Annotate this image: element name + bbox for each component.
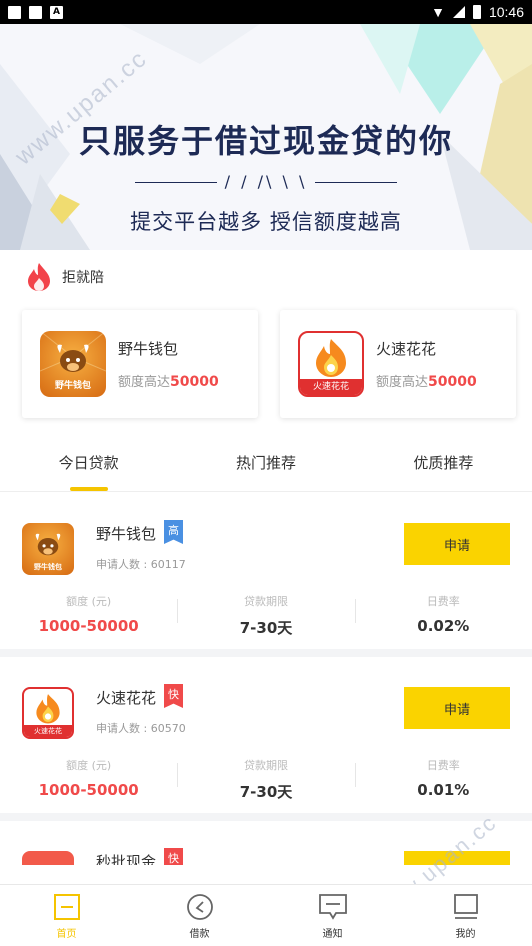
notification-icon xyxy=(29,5,42,19)
promo-limit: 额度高达50000 xyxy=(118,374,219,390)
loan-tag: 高 xyxy=(164,520,183,544)
tab-today-loans[interactable]: 今日贷款 xyxy=(0,440,177,491)
loan-stats: 额度 (元) 1000-50000 贷款期限 7-30天 日费率 0.01% xyxy=(0,757,532,802)
nav-home[interactable]: 首页 xyxy=(0,885,133,946)
nav-profile[interactable]: 我的 xyxy=(399,885,532,946)
rate-value: 0.01% xyxy=(417,781,470,799)
rate-value: 0.02% xyxy=(417,617,470,635)
rate-label: 日费率 xyxy=(426,595,460,608)
promo-name: 野牛钱包 xyxy=(118,340,179,358)
loan-icon xyxy=(186,894,213,920)
amount-value: 1000-50000 xyxy=(38,781,139,799)
battery-icon xyxy=(472,5,481,19)
loan-tag: 快 xyxy=(164,684,183,708)
status-bar: A ▼ 10:46 xyxy=(0,0,532,24)
rate-label: 日费率 xyxy=(426,759,460,772)
bull-wallet-logo: 野牛钱包 xyxy=(40,331,106,397)
fire-flower-logo: 火速花花 xyxy=(22,687,74,739)
notification-icon xyxy=(8,5,21,19)
instant-cash-logo xyxy=(22,851,74,865)
reject-label: 拒就陪 xyxy=(62,270,104,286)
bottom-nav: 首页 借款 通知 我的 xyxy=(0,884,532,946)
tab-hot[interactable]: 热门推荐 xyxy=(177,440,354,491)
apply-button[interactable]: 申请 xyxy=(404,687,510,729)
amount-label: 额度 (元) xyxy=(66,759,112,772)
loan-stats: 额度 (元) 1000-50000 贷款期限 7-30天 日费率 0.02% xyxy=(0,593,532,638)
nav-label: 通知 xyxy=(322,929,343,940)
app-notification-icon: A xyxy=(50,5,63,19)
clock: 10:46 xyxy=(488,4,524,20)
promo-banner[interactable]: www.upan.cc 只服务于借过现金贷的你 / / /\ \ \ 提交平台越… xyxy=(0,24,532,250)
wifi-icon: ▼ xyxy=(431,4,445,20)
nav-loan[interactable]: 借款 xyxy=(133,885,266,946)
fire-flower-logo: 火速花花 xyxy=(298,331,364,397)
nav-notice[interactable]: 通知 xyxy=(266,885,399,946)
category-tabs: 今日贷款 热门推荐 优质推荐 xyxy=(0,440,532,492)
profile-icon xyxy=(453,894,478,919)
loan-name: 秒批现金 xyxy=(96,853,157,865)
apply-button[interactable]: 申请 xyxy=(404,523,510,565)
loan-list: 野牛钱包 野牛钱包 高 申请人数 : 60117 申请 额度 (元) 1000-5… xyxy=(0,493,532,865)
promo-limit: 额度高达50000 xyxy=(376,374,477,390)
amount-label: 额度 (元) xyxy=(66,595,112,608)
loan-tag: 快 xyxy=(164,848,183,865)
applicant-count: 申请人数 : 60570 xyxy=(96,722,186,735)
reject-header: 拒就陪 xyxy=(26,262,104,292)
list-item[interactable]: 野牛钱包 野牛钱包 高 申请人数 : 60117 申请 额度 (元) 1000-5… xyxy=(0,493,532,657)
promo-cards: 野牛钱包 野牛钱包 额度高达50000 火速花花 火速花花 额度高达50000 xyxy=(22,310,516,418)
banner-divider: / / /\ \ \ xyxy=(0,172,532,191)
applicant-count: 申请人数 : 60117 xyxy=(96,558,186,571)
fire-icon xyxy=(28,263,50,291)
banner-subtitle: 提交平台越多 授信额度越高 xyxy=(130,210,402,234)
loan-name: 野牛钱包 xyxy=(96,525,157,543)
promo-card[interactable]: 野牛钱包 野牛钱包 额度高达50000 xyxy=(22,310,258,418)
term-label: 贷款期限 xyxy=(243,595,288,608)
message-icon xyxy=(318,894,347,920)
tab-quality[interactable]: 优质推荐 xyxy=(355,440,532,491)
bull-wallet-logo: 野牛钱包 xyxy=(22,523,74,575)
list-item[interactable]: 火速花花 火速花花 快 申请人数 : 60570 申请 额度 (元) 1000-5… xyxy=(0,657,532,821)
nav-label: 首页 xyxy=(56,929,77,940)
promo-card[interactable]: 火速花花 火速花花 额度高达50000 xyxy=(280,310,516,418)
banner-title: 只服务于借过现金贷的你 xyxy=(78,122,453,160)
signal-icon xyxy=(452,6,465,18)
promo-name: 火速花花 xyxy=(376,340,437,358)
amount-value: 1000-50000 xyxy=(38,617,139,635)
term-label: 贷款期限 xyxy=(243,759,288,772)
nav-label: 借款 xyxy=(189,929,210,940)
term-value: 7-30天 xyxy=(239,619,293,637)
nav-label: 我的 xyxy=(455,929,476,940)
loan-name: 火速花花 xyxy=(96,689,157,707)
home-icon xyxy=(53,894,80,920)
term-value: 7-30天 xyxy=(239,783,293,801)
